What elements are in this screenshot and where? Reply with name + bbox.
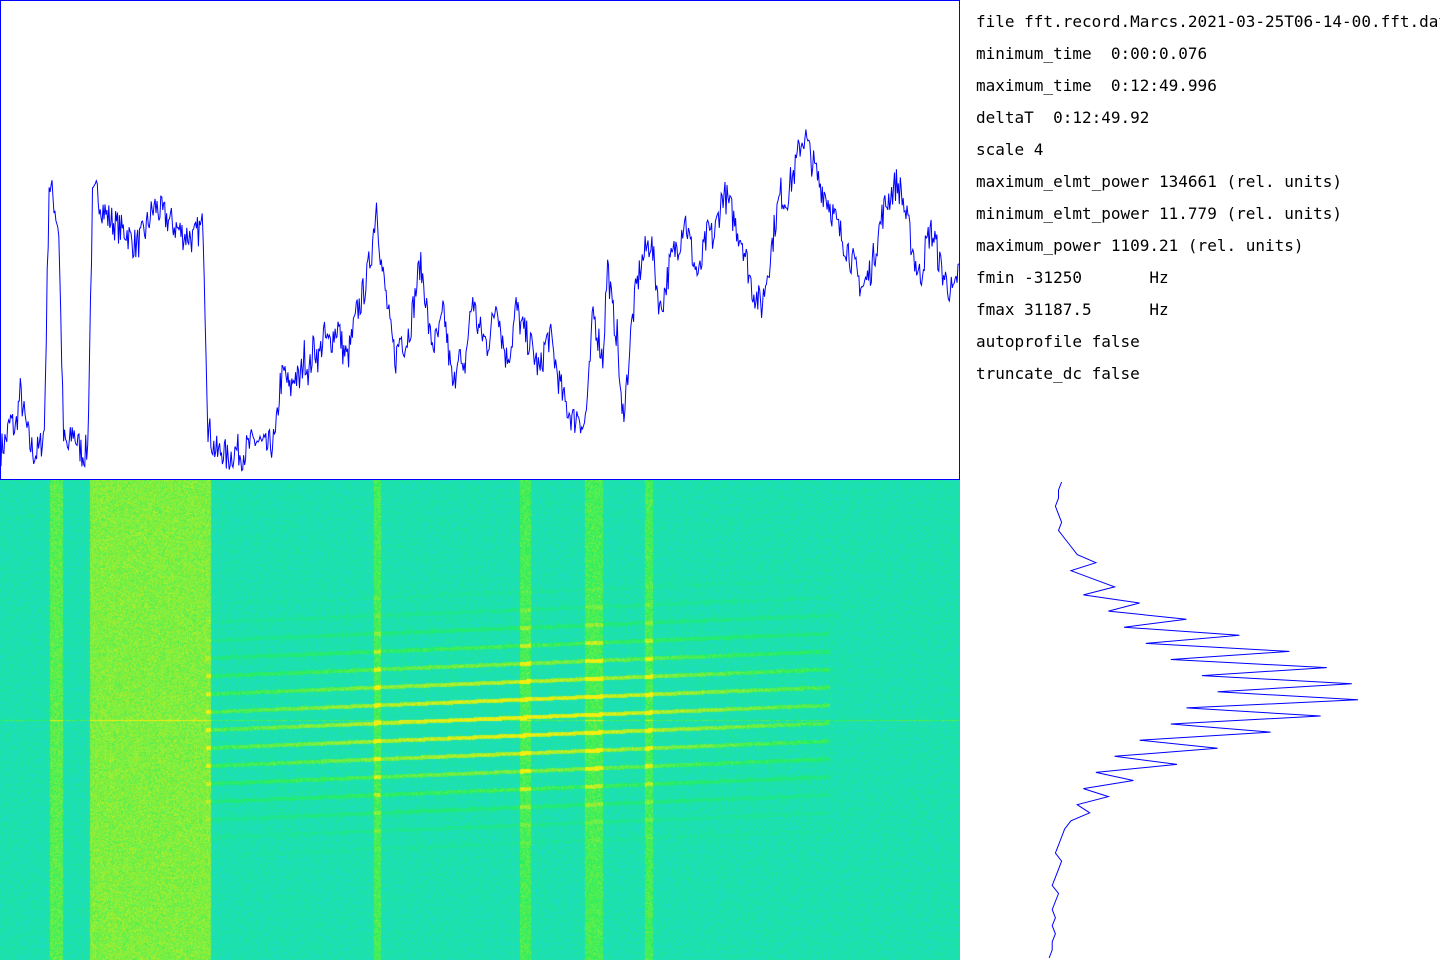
profile-trace-group xyxy=(1048,481,1359,959)
frequency-profile-plot xyxy=(960,480,1440,960)
info-scale: scale 4 xyxy=(976,140,1044,159)
power-series-line xyxy=(0,129,960,472)
frequency-profile-chart xyxy=(1048,481,1359,959)
info-truncate-dc: truncate_dc false xyxy=(976,364,1140,383)
power-plot-frame xyxy=(0,0,960,480)
info-autoprofile: autoprofile false xyxy=(976,332,1140,351)
info-maximum-time: maximum_time 0:12:49.996 xyxy=(976,76,1217,95)
power-time-plot xyxy=(0,0,960,480)
info-minimum-time: minimum_time 0:00:0.076 xyxy=(976,44,1208,63)
info-file-name: file fft.record.Marcs.2021-03-25T06-14-0… xyxy=(976,12,1440,31)
info-maximum-elmt-power: maximum_elmt_power 134661 (rel. units) xyxy=(976,172,1343,191)
info-minimum-elmt-power: minimum_elmt_power 11.779 (rel. units) xyxy=(976,204,1343,223)
info-fmax: fmax 31187.5 Hz xyxy=(976,300,1169,319)
info-delta-t: deltaT 0:12:49.92 xyxy=(976,108,1150,127)
info-fmin: fmin -31250 Hz xyxy=(976,268,1169,287)
power-time-chart xyxy=(0,0,960,480)
info-panel: file fft.record.Marcs.2021-03-25T06-14-0… xyxy=(960,0,1440,480)
info-maximum-power: maximum_power 1109.21 (rel. units) xyxy=(976,236,1304,255)
profile-series-line xyxy=(1048,481,1359,959)
power-trace-group xyxy=(0,129,960,472)
spectrogram-heatmap xyxy=(0,480,960,960)
